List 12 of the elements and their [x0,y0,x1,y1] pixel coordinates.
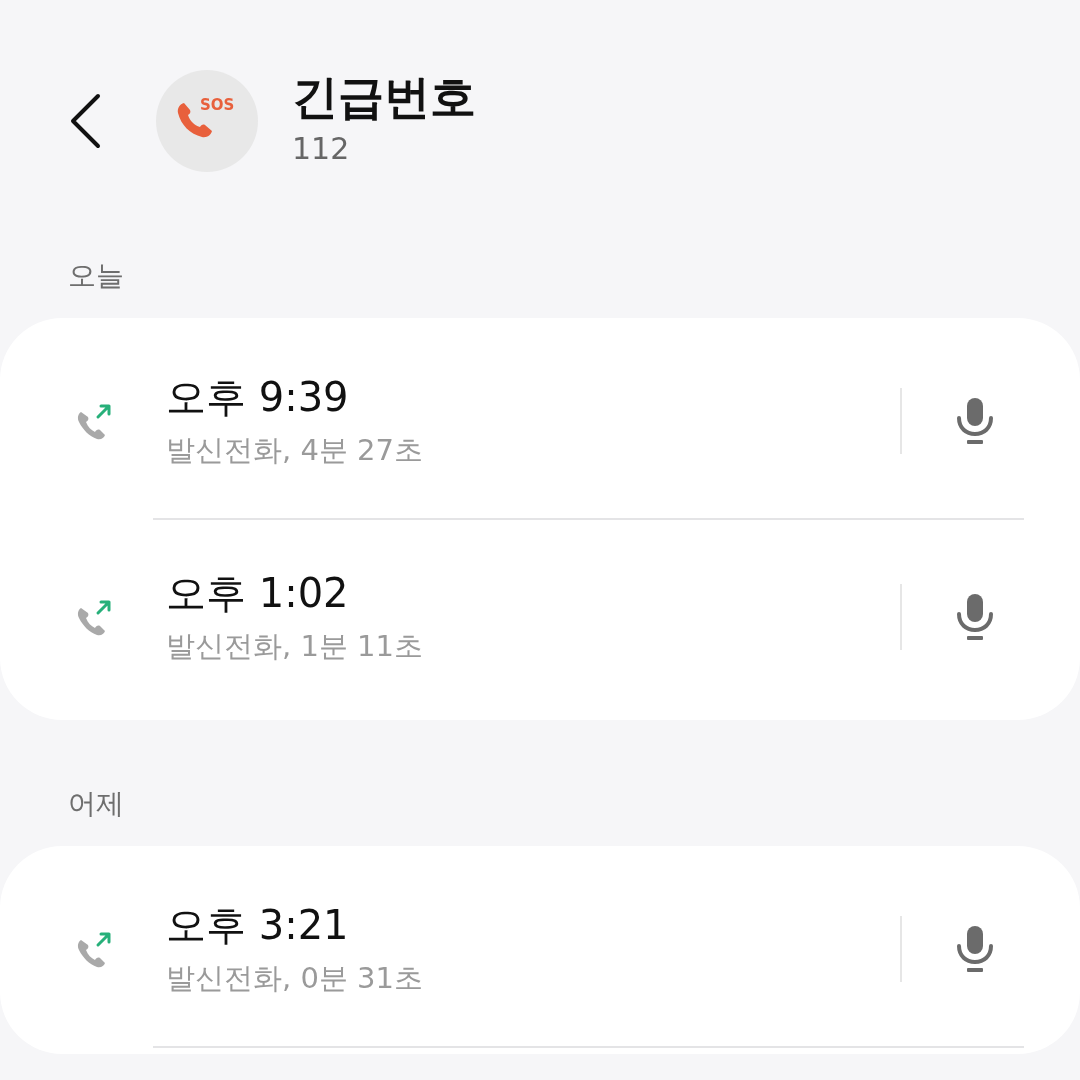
call-details: 발신전화, 0분 31초 [166,960,424,997]
call-details: 발신전화, 1분 11초 [166,628,424,665]
call-time: 오후 9:39 [166,373,350,422]
call-time: 오후 3:21 [166,901,350,950]
section-header: 오늘 [67,258,125,294]
call-details: 발신전화, 4분 27초 [166,432,424,469]
contact-name: 긴급번호 [292,68,476,125]
back-icon [68,93,102,149]
section-header: 어제 [67,786,125,822]
call-time: 오후 1:02 [166,569,350,618]
sos-label: SOS [200,96,235,114]
contact-number: 112 [292,130,351,166]
